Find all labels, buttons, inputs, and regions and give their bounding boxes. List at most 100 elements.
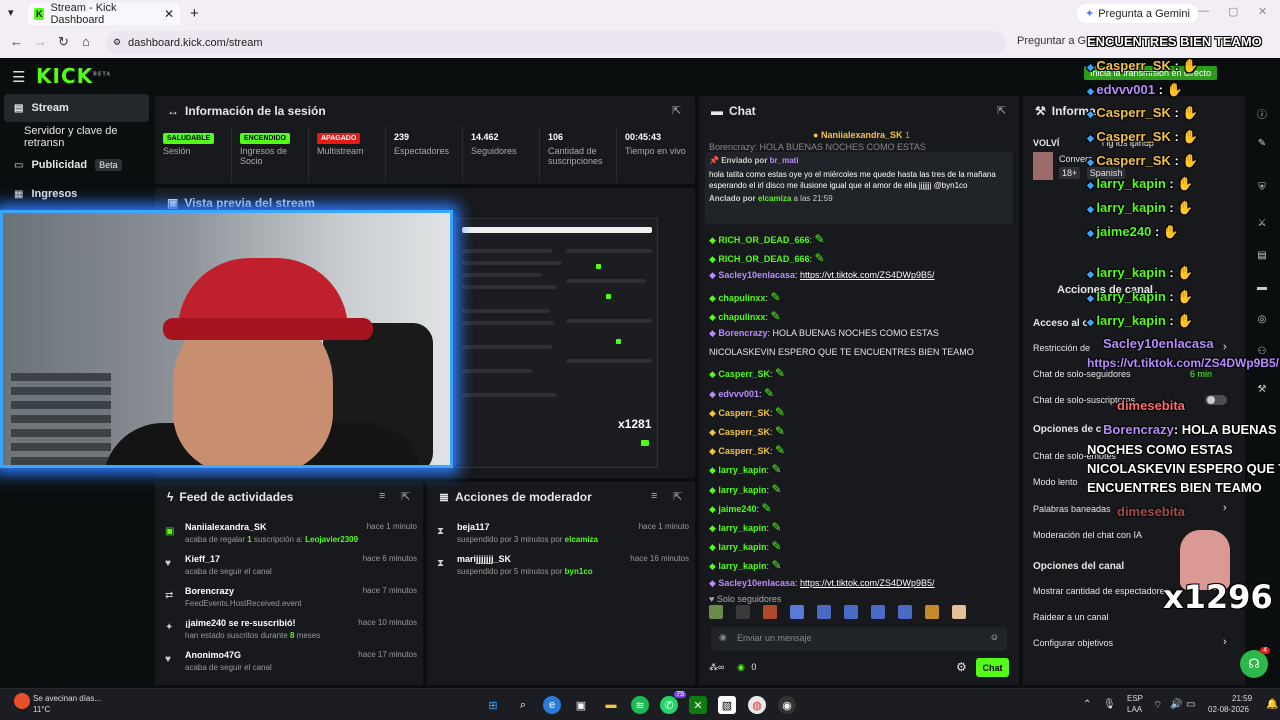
broadcast-icon[interactable]: ◎ [1255, 314, 1269, 328]
chat-username[interactable]: edvvv001 [718, 389, 759, 399]
obs-icon[interactable]: ◉ [778, 696, 796, 714]
sidebar-item-income[interactable]: ▦ Ingresos [4, 180, 149, 208]
popout-icon[interactable]: ⇱ [672, 104, 681, 117]
close-window-icon[interactable]: ✕ [1258, 5, 1267, 18]
tab-list-icon[interactable]: ▾ [8, 6, 14, 19]
emote-icon[interactable] [763, 605, 777, 619]
volume-icon[interactable]: 🔊 [1170, 699, 1182, 710]
info-icon[interactable]: ⓘ [1255, 106, 1269, 121]
wifi-icon[interactable]: ⌔ [1153, 699, 1162, 712]
chat-username[interactable]: larry_kapin [718, 485, 766, 495]
community-icon[interactable]: ⁂∞ [709, 662, 724, 672]
whatsapp-icon[interactable]: ✆ 75 [660, 691, 686, 714]
chat-username[interactable]: Sacley10enlacasa [718, 270, 795, 280]
ask-gemini-page-button[interactable]: Preguntar a G [1017, 35, 1086, 47]
slow-mode-setting[interactable]: Modo lento [1033, 477, 1078, 487]
capture-icon[interactable]: ▧ [718, 696, 736, 714]
ai-moderation-setting[interactable]: Moderación del chat con IA [1033, 530, 1142, 540]
minimize-icon[interactable]: — [1198, 5, 1209, 17]
chat-username[interactable]: Borencrazy [718, 328, 767, 338]
chat-username[interactable]: Casperr_SK [718, 427, 770, 437]
shield-icon[interactable]: ⛨ [1255, 182, 1269, 196]
goals-setting[interactable]: Configurar objetivos [1033, 638, 1113, 648]
maximize-icon[interactable]: ▢ [1228, 5, 1238, 18]
chat-username[interactable]: Casperr_SK [718, 446, 770, 456]
chat-username[interactable]: RICH_OR_DEAD_666 [718, 235, 809, 245]
chevron-right-icon[interactable]: › [1223, 341, 1227, 353]
edit-icon[interactable]: ✎ [1255, 138, 1269, 152]
menu-icon[interactable]: ☰ [12, 68, 25, 86]
popout-icon[interactable]: ⇱ [673, 490, 682, 503]
chrome-icon[interactable]: ◍ [748, 696, 766, 714]
chat-username[interactable]: chapulinxx [718, 312, 765, 322]
emote-icon[interactable] [871, 605, 885, 619]
subscribers-only-toggle[interactable] [1205, 395, 1227, 405]
sword-icon[interactable]: ⚔ [1255, 218, 1269, 232]
gemini-button[interactable]: ✦ Pregunta a Gemini [1077, 4, 1198, 23]
emote-icon[interactable] [817, 605, 831, 619]
weather-icon[interactable] [14, 693, 30, 709]
sidebar-item-stream[interactable]: ▤ Stream [4, 94, 149, 122]
spotify-icon[interactable]: ≋ [631, 696, 649, 714]
search-icon[interactable]: ⌕ [514, 696, 532, 714]
banned-words-setting[interactable]: Palabras baneadas [1033, 504, 1111, 514]
chat-message-input[interactable]: ◉ Enviar un mensaje ☺ [711, 627, 1007, 651]
chat-text[interactable]: https://vt.tiktok.com/ZS4DWp9B5/ [800, 270, 935, 280]
followers-only-setting[interactable]: Chat de solo-seguidores [1033, 369, 1131, 379]
new-tab-button[interactable]: + [190, 5, 199, 22]
xbox-icon[interactable]: ✕ [689, 696, 707, 714]
url-input[interactable]: ⚙ dashboard.kick.com/stream [106, 31, 1006, 54]
emoji-icon[interactable]: ☺ [990, 632, 999, 642]
emote-icon[interactable] [790, 605, 804, 619]
reload-icon[interactable]: ↻ [58, 34, 69, 50]
language-indicator[interactable]: ESP [1127, 694, 1143, 703]
clock-time[interactable]: 21:59 [1232, 694, 1252, 703]
chat-username[interactable]: larry_kapin [718, 561, 766, 571]
chat-send-button[interactable]: Chat [976, 658, 1009, 677]
chat-username[interactable]: larry_kapin [718, 542, 766, 552]
tools-icon[interactable]: ⚒ [1255, 384, 1269, 398]
chat-username[interactable]: chapulinxx [718, 293, 765, 303]
kick-logo[interactable]: KICKBETA [36, 64, 111, 88]
folder-icon[interactable]: ▬ [602, 696, 620, 714]
browser-tab[interactable]: K Stream - Kick Dashboard ✕ [28, 2, 180, 26]
chat-username[interactable]: Sacley10enlacasa [718, 578, 795, 588]
chevron-right-icon[interactable]: › [1223, 636, 1227, 648]
windows-start-icon[interactable]: ⊞ [484, 696, 502, 714]
battery-icon[interactable]: ▭ [1186, 699, 1195, 710]
tab-close-icon[interactable]: ✕ [164, 7, 174, 21]
chat-username[interactable]: jaime240 [718, 504, 756, 514]
emote-icon[interactable] [952, 605, 966, 619]
store-icon[interactable]: ▣ [572, 696, 590, 714]
site-info-icon[interactable]: ⚙ [113, 37, 121, 48]
tray-arrow-icon[interactable]: ⌃ [1083, 699, 1091, 710]
sidebar-item-ads[interactable]: ▭ Publicidad Beta [4, 151, 149, 179]
home-icon[interactable]: ⌂ [82, 34, 90, 49]
chat-username[interactable]: RICH_OR_DEAD_666 [718, 254, 809, 264]
document-icon[interactable]: ▤ [1255, 250, 1269, 264]
chat-username[interactable]: Casperr_SK [718, 369, 770, 379]
support-button[interactable]: ☊ 4 [1240, 647, 1270, 678]
notifications-icon[interactable]: 🔔 [1266, 699, 1278, 710]
filter-icon[interactable]: ≡ [379, 490, 385, 502]
chat-icon[interactable]: ▬ [1255, 282, 1269, 296]
emote-icon[interactable] [844, 605, 858, 619]
emote-icon[interactable] [709, 605, 723, 619]
show-viewers-setting[interactable]: Mostrar cantidad de espectadores [1033, 586, 1169, 596]
emote-icon[interactable] [736, 605, 750, 619]
filter-icon[interactable]: ≡ [651, 490, 657, 502]
sidebar-item-server-key[interactable]: Servidor y clave de retransn [4, 123, 149, 151]
popout-icon[interactable]: ⇱ [997, 104, 1006, 117]
chat-text[interactable]: https://vt.tiktok.com/ZS4DWp9B5/ [800, 578, 935, 588]
restriction-setting[interactable]: Restricción de [1033, 343, 1090, 353]
chevron-right-icon[interactable]: › [1223, 502, 1227, 514]
back-icon[interactable]: ← [10, 34, 23, 49]
microphone-icon[interactable]: 🎙 [1103, 699, 1116, 710]
popout-icon[interactable]: ⇱ [401, 490, 410, 503]
chat-username[interactable]: larry_kapin [718, 465, 766, 475]
settings-icon[interactable]: ⚙ [956, 660, 967, 674]
emote-icon[interactable] [898, 605, 912, 619]
emote-icon[interactable] [925, 605, 939, 619]
forward-icon[interactable]: → [34, 34, 47, 49]
raid-channel-setting[interactable]: Raidear a un canal [1033, 612, 1109, 622]
